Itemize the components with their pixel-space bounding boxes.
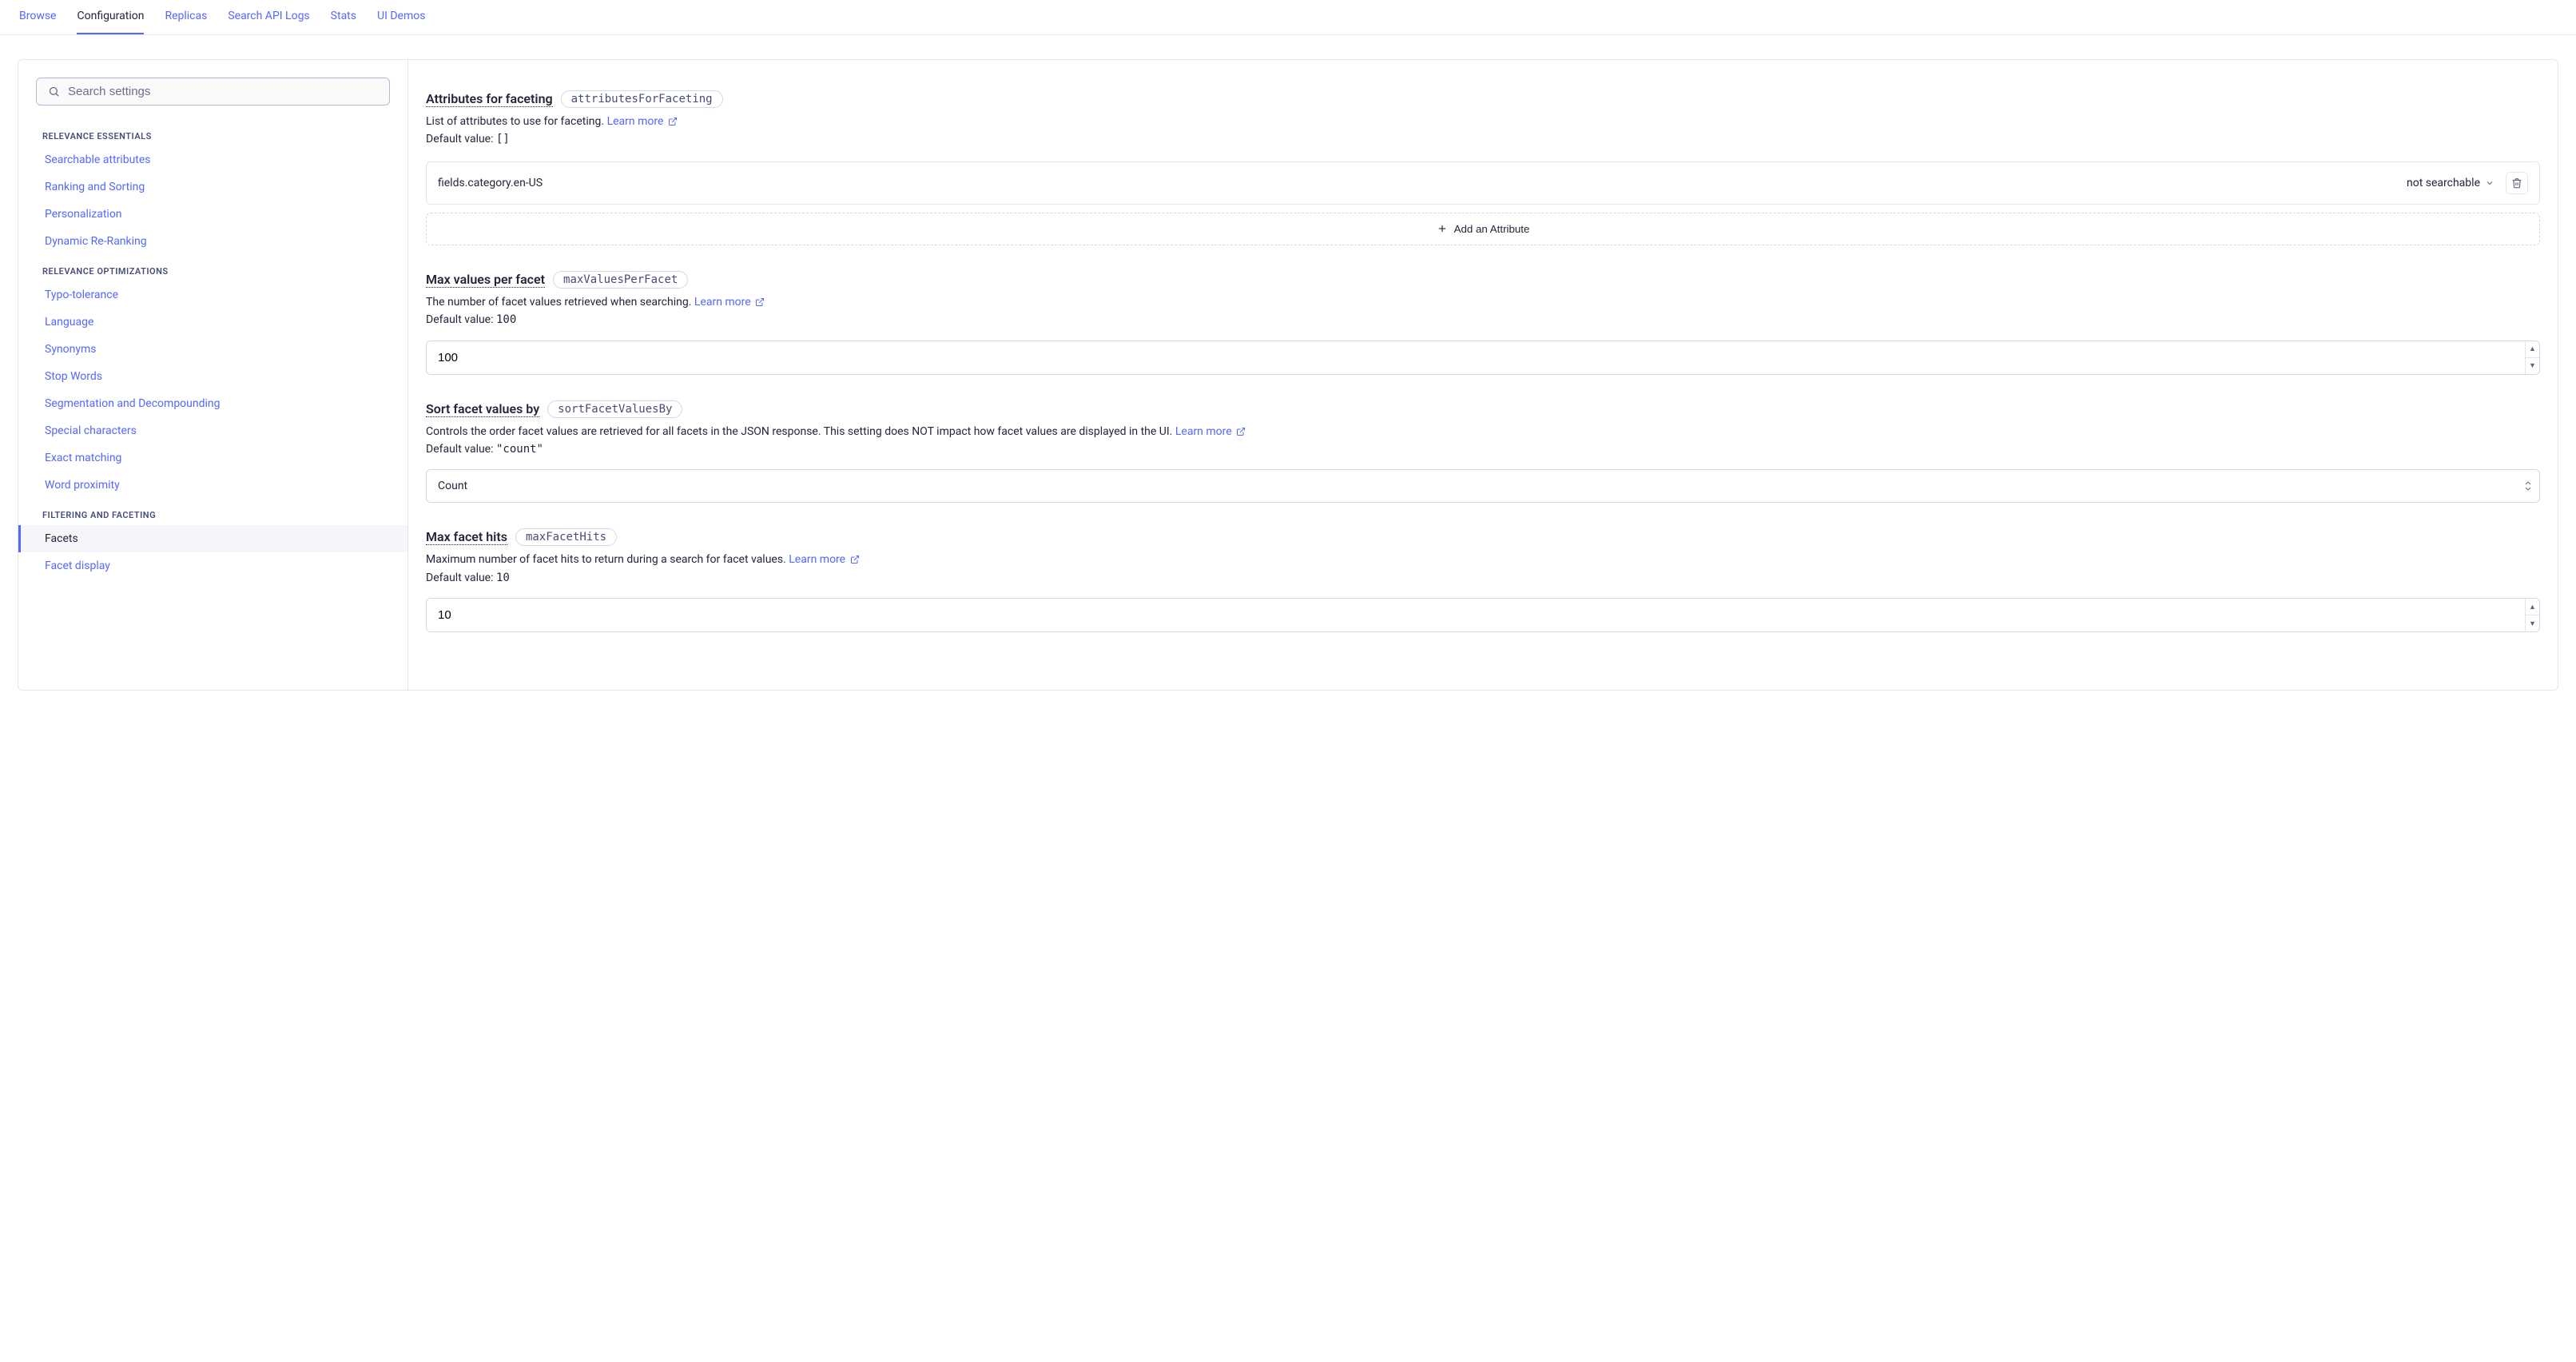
- sidebar: RELEVANCE ESSENTIALS Searchable attribut…: [18, 60, 408, 690]
- tab-stats[interactable]: Stats: [331, 0, 356, 34]
- sidebar-item-segmentation-decompounding[interactable]: Segmentation and Decompounding: [18, 390, 407, 417]
- default-label: Default value:: [426, 443, 494, 456]
- tab-ui-demos[interactable]: UI Demos: [377, 0, 425, 34]
- stepper-down-icon[interactable]: ▼: [2526, 615, 2539, 631]
- default-value: "count": [496, 443, 543, 456]
- chevron-down-icon: [2485, 178, 2495, 188]
- setting-title: Max facet hits: [426, 529, 507, 545]
- setting-code: attributesForFaceting: [561, 90, 723, 108]
- max-facet-hits-input[interactable]: [427, 599, 2525, 631]
- learn-more-link[interactable]: Learn more: [789, 553, 859, 566]
- max-facet-hits-input-wrap: ▲ ▼: [426, 598, 2540, 632]
- select-caret-icon: [2517, 470, 2539, 502]
- tab-replicas[interactable]: Replicas: [165, 0, 207, 34]
- setting-attributes-for-faceting: Attributes for faceting attributesForFac…: [426, 90, 2540, 245]
- setting-code: maxFacetHits: [515, 528, 617, 546]
- sidebar-item-stop-words[interactable]: Stop Words: [18, 363, 407, 390]
- setting-sort-facet-values-by: Sort facet values by sortFacetValuesBy C…: [426, 400, 2540, 504]
- sidebar-item-typo-tolerance[interactable]: Typo-tolerance: [18, 281, 407, 309]
- stepper-up-icon[interactable]: ▲: [2526, 599, 2539, 615]
- default-value: []: [496, 133, 510, 145]
- sidebar-item-word-proximity[interactable]: Word proximity: [18, 472, 407, 499]
- sidebar-item-dynamic-reranking[interactable]: Dynamic Re-Ranking: [18, 228, 407, 255]
- sidebar-item-ranking-sorting[interactable]: Ranking and Sorting: [18, 173, 407, 201]
- setting-max-facet-hits: Max facet hits maxFacetHits Maximum numb…: [426, 528, 2540, 632]
- setting-title: Sort facet values by: [426, 401, 539, 417]
- top-tabs: Browse Configuration Replicas Search API…: [0, 0, 2576, 35]
- sort-facet-select[interactable]: Count: [426, 469, 2540, 503]
- tab-configuration[interactable]: Configuration: [77, 0, 144, 34]
- search-settings-box[interactable]: [36, 78, 390, 106]
- plus-icon: [1437, 223, 1448, 234]
- max-values-input-wrap: ▲ ▼: [426, 340, 2540, 375]
- setting-desc: List of attributes to use for faceting.: [426, 115, 604, 128]
- number-stepper[interactable]: ▲ ▼: [2525, 599, 2539, 631]
- search-settings-input[interactable]: [68, 85, 378, 98]
- setting-title: Max values per facet: [426, 272, 545, 288]
- delete-attribute-button[interactable]: [2506, 172, 2528, 194]
- setting-desc: Controls the order facet values are retr…: [426, 425, 1172, 438]
- stepper-up-icon[interactable]: ▲: [2526, 341, 2539, 358]
- setting-desc: The number of facet values retrieved whe…: [426, 296, 691, 309]
- setting-code: sortFacetValuesBy: [547, 400, 682, 418]
- sort-facet-value: Count: [427, 470, 2517, 502]
- setting-code: maxValuesPerFacet: [553, 271, 688, 289]
- setting-max-values-per-facet: Max values per facet maxValuesPerFacet T…: [426, 271, 2540, 375]
- sidebar-item-exact-matching[interactable]: Exact matching: [18, 444, 407, 472]
- attribute-row: fields.category.en-US not searchable: [426, 161, 2540, 205]
- learn-more-link[interactable]: Learn more: [694, 296, 765, 309]
- sidebar-item-synonyms[interactable]: Synonyms: [18, 336, 407, 363]
- default-label: Default value:: [426, 133, 494, 145]
- trash-icon: [2511, 177, 2522, 189]
- add-attribute-button[interactable]: Add an Attribute: [426, 213, 2540, 245]
- attribute-name: fields.category.en-US: [438, 177, 2407, 189]
- number-stepper[interactable]: ▲ ▼: [2525, 341, 2539, 374]
- sidebar-item-personalization[interactable]: Personalization: [18, 201, 407, 228]
- sidebar-heading: RELEVANCE ESSENTIALS: [18, 120, 407, 146]
- learn-more-link[interactable]: Learn more: [607, 115, 678, 128]
- sidebar-item-facets[interactable]: Facets: [18, 525, 407, 552]
- sidebar-item-special-characters[interactable]: Special characters: [18, 417, 407, 444]
- default-value: 100: [496, 313, 516, 326]
- default-label: Default value:: [426, 571, 494, 584]
- tab-browse[interactable]: Browse: [19, 0, 56, 34]
- main-content: Attributes for faceting attributesForFac…: [408, 60, 2558, 690]
- attribute-searchable-select[interactable]: not searchable: [2407, 177, 2495, 189]
- default-value: 10: [496, 571, 510, 584]
- sidebar-heading: FILTERING AND FACETING: [18, 499, 407, 525]
- layout: RELEVANCE ESSENTIALS Searchable attribut…: [18, 59, 2558, 691]
- stepper-down-icon[interactable]: ▼: [2526, 358, 2539, 374]
- search-icon: [48, 86, 60, 98]
- setting-title: Attributes for faceting: [426, 91, 553, 107]
- learn-more-link[interactable]: Learn more: [1175, 425, 1246, 438]
- sidebar-item-language[interactable]: Language: [18, 309, 407, 336]
- max-values-input[interactable]: [427, 341, 2525, 374]
- tab-search-api-logs[interactable]: Search API Logs: [228, 0, 309, 34]
- sidebar-item-facet-display[interactable]: Facet display: [18, 552, 407, 579]
- sidebar-heading: RELEVANCE OPTIMIZATIONS: [18, 255, 407, 281]
- default-label: Default value:: [426, 313, 494, 326]
- setting-desc: Maximum number of facet hits to return d…: [426, 553, 786, 566]
- sidebar-item-searchable-attributes[interactable]: Searchable attributes: [18, 146, 407, 173]
